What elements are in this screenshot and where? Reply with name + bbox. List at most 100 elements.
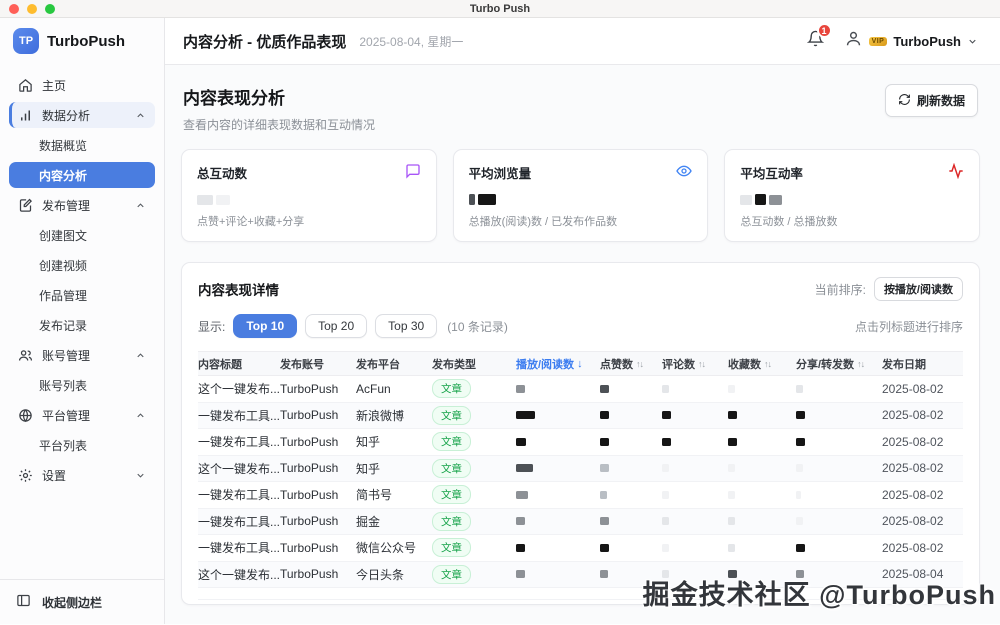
user-avatar-icon [844,29,863,53]
cell-platform: 知乎 [356,433,432,450]
cell-title: 这个一键发布... [198,566,280,583]
cell-platform: 今日头条 [356,566,432,583]
column-label: 播放/阅读数 [516,356,574,372]
sidebar-item-home[interactable]: 主页 [9,72,155,98]
table-row[interactable]: 一键发布工具...TurboPush掘金文章2025-08-02 [198,509,963,536]
column-header-comments[interactable]: 评论数↑↓ [662,356,728,372]
refresh-icon [898,93,911,109]
collapse-sidebar-button[interactable]: 收起侧边栏 [0,579,164,624]
sidebar-item-platform-management[interactable]: 平台管理 [9,402,155,428]
sort-icon: ↑↓ [857,359,864,369]
sort-hint: 点击列标题进行排序 [855,318,963,335]
cell-platform: 简书号 [356,486,432,503]
sidebar-item-platform-list[interactable]: 平台列表 [9,432,155,458]
sidebar-item-data-analysis[interactable]: 数据分析 [9,102,155,128]
table-row[interactable]: 一键发布工具...TurboPush简书号文章2025-08-02 [198,482,963,509]
cell-metric-shares [796,488,882,502]
header-title: 内容分析 - 优质作品表现 [183,31,346,52]
notifications-button[interactable]: 1 [807,30,824,52]
cell-metric-shares [796,514,882,528]
table-row[interactable]: 一键发布工具...TurboPush微信公众号文章2025-08-02 [198,535,963,562]
cell-title: 一键发布工具... [198,433,280,450]
stat-card-title: 平均互动率 [740,163,803,182]
cell-account: TurboPush [280,514,356,528]
sidebar-item-account-list[interactable]: 账号列表 [9,372,155,398]
column-label: 发布日期 [882,356,926,372]
sidebar-item-label: 发布管理 [42,197,90,214]
redacted-value [516,438,526,446]
sidebar-item-publish-records[interactable]: 发布记录 [9,312,155,338]
sidebar-item-publish-management[interactable]: 发布管理 [9,192,155,218]
table-row[interactable]: 一键发布工具...TurboPush知乎文章2025-08-02 [198,429,963,456]
top-filter-top-20[interactable]: Top 20 [305,314,367,338]
cell-metric-comments [662,488,728,502]
redacted-value [600,411,609,419]
cell-metric-shares [796,541,882,555]
stat-card-desc: 总互动数 / 总播放数 [740,213,964,229]
redacted-value [796,517,803,525]
stat-card-value [197,193,421,206]
redacted-value [662,570,669,578]
stat-card-avg-views: 平均浏览量总播放(阅读)数 / 已发布作品数 [453,149,709,242]
chevron-up-icon [135,110,146,121]
sidebar-nav: 主页数据分析数据概览内容分析发布管理创建图文创建视频作品管理发布记录账号管理账号… [0,62,164,579]
top-filter-top-30[interactable]: Top 30 [375,314,437,338]
cell-metric-shares [796,567,882,581]
table-header-row: 内容标题发布账号发布平台发布类型播放/阅读数↓点赞数↑↓评论数↑↓收藏数↑↓分享… [198,351,963,376]
table-row[interactable]: 这个一键发布...TurboPush知乎文章2025-08-02 [198,456,963,483]
sidebar-item-account-management[interactable]: 账号管理 [9,342,155,368]
content-detail-card: 内容表现详情 当前排序: 按播放/阅读数 显示: Top 10Top 20Top… [181,262,980,605]
column-header-likes[interactable]: 点赞数↑↓ [600,356,662,372]
cell-metric-favorites [728,567,796,581]
table-row[interactable]: 这个一键发布...TurboPush今日头条文章2025-08-04 [198,562,963,589]
type-badge: 文章 [432,406,471,425]
cell-metric-views [516,382,600,396]
cell-metric-favorites [728,382,796,396]
column-label: 发布类型 [432,356,476,372]
sidebar-item-label: 账号列表 [39,377,87,394]
cell-metric-views [516,541,600,555]
column-header-views[interactable]: 播放/阅读数↓ [516,356,600,372]
redacted-value [728,517,735,525]
stats-row: 总互动数点赞+评论+收藏+分享平均浏览量总播放(阅读)数 / 已发布作品数 平均互… [181,149,980,242]
cell-account: TurboPush [280,488,356,502]
redacted-value [755,194,766,205]
table-row[interactable]: 一键发布工具...TurboPush新浪微博文章2025-08-02 [198,403,963,430]
sort-desc-icon: ↓ [577,358,583,370]
cell-date: 2025-08-02 [882,541,963,555]
top-filter-top-10[interactable]: Top 10 [233,314,297,338]
sidebar-item-create-video[interactable]: 创建视频 [9,252,155,278]
type-badge: 文章 [432,538,471,557]
chevron-up-icon [135,410,146,421]
column-label: 评论数 [662,356,695,372]
column-header-shares[interactable]: 分享/转发数↑↓ [796,356,882,372]
sidebar-item-create-article[interactable]: 创建图文 [9,222,155,248]
redacted-value [796,411,805,419]
user-menu[interactable]: VIP TurboPush [844,29,978,53]
cell-account: TurboPush [280,541,356,555]
cell-metric-shares [796,435,882,449]
type-badge: 文章 [432,565,471,584]
redacted-value [216,195,230,205]
column-header-favorites[interactable]: 收藏数↑↓ [728,356,796,372]
cell-metric-likes [600,435,662,449]
table-row[interactable]: 这个一键发布...TurboPushAcFun文章2025-08-02 [198,376,963,403]
sidebar-item-content-analysis[interactable]: 内容分析 [9,162,155,188]
stat-card-title: 总互动数 [197,163,247,182]
stat-card-total-interactions: 总互动数点赞+评论+收藏+分享 [181,149,437,242]
globe-icon [18,408,33,423]
sidebar-item-data-overview[interactable]: 数据概览 [9,132,155,158]
current-sort-badge: 按播放/阅读数 [874,277,963,301]
redacted-value [600,570,608,578]
cell-account: TurboPush [280,435,356,449]
page-title: 内容表现分析 [183,84,375,109]
column-label: 收藏数 [728,356,761,372]
sidebar-item-works-management[interactable]: 作品管理 [9,282,155,308]
cell-title: 这个一键发布... [198,380,280,397]
redacted-value [728,411,737,419]
sidebar-item-settings[interactable]: 设置 [9,462,155,488]
refresh-data-button[interactable]: 刷新数据 [885,84,978,117]
column-label: 发布账号 [280,356,324,372]
main-area: 内容分析 - 优质作品表现 2025-08-04, 星期一 1 VIP Turb… [165,18,1000,624]
redacted-value [516,464,533,472]
